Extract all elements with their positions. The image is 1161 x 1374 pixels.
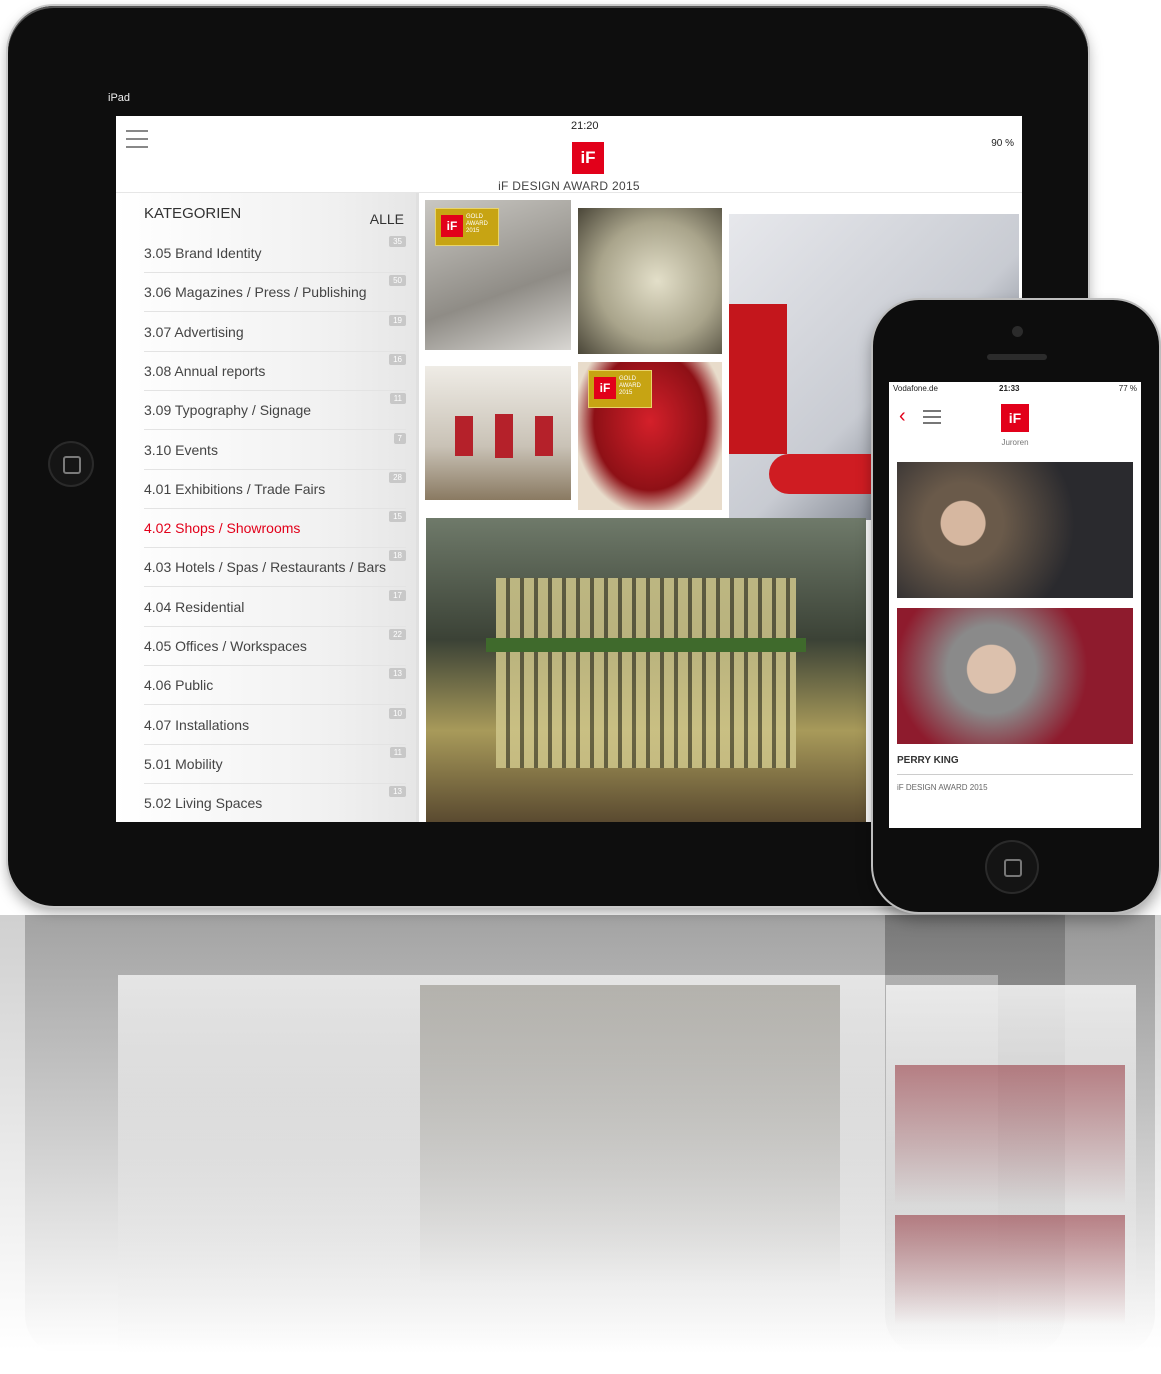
- juror-name: PERRY KING: [897, 755, 959, 766]
- award-label: iF DESIGN AWARD 2015: [897, 783, 988, 792]
- item-count-badge: 10: [389, 707, 406, 719]
- hamburger-icon[interactable]: [126, 130, 148, 148]
- iphone-screen: Vodafone.de 21:33 77 % ‹ iF Juroren PERR…: [889, 382, 1141, 828]
- red-panel: [455, 416, 473, 456]
- sidebar-item-label: 4.07 Installations: [144, 716, 250, 733]
- ipad-status-carrier: iPad: [108, 92, 131, 104]
- app-header: 21:20 90 % iF iF DESIGN AWARD 2015: [116, 116, 1022, 193]
- camera-icon: [1012, 326, 1023, 337]
- if-logo: iF: [441, 215, 463, 237]
- item-count-badge: 11: [389, 393, 406, 405]
- item-count-badge: 50: [389, 275, 406, 287]
- sidebar-item-label: 3.05 Brand Identity: [144, 245, 262, 261]
- back-chevron-icon[interactable]: ‹: [899, 406, 906, 426]
- item-count-badge: 13: [389, 786, 406, 798]
- gallery-tile[interactable]: iF GOLD AWARD 2015: [425, 200, 571, 350]
- greenery-strip: [486, 638, 806, 652]
- floor-reflection: [0, 915, 1161, 1374]
- juror-photo[interactable]: [897, 608, 1133, 744]
- status-bar: Vodafone.de 21:33 77 %: [889, 382, 1141, 396]
- gold-award-label: GOLD AWARD 2015: [466, 214, 488, 234]
- hamburger-icon[interactable]: [923, 410, 941, 428]
- battery-icon: 77 %: [1118, 384, 1137, 393]
- sidebar-item-label: 3.07 Advertising: [144, 323, 244, 340]
- sidebar-item-label: 5.01 Mobility: [144, 755, 223, 772]
- item-count-badge: 7: [393, 432, 406, 444]
- item-count-badge: 22: [389, 629, 406, 640]
- sidebar-item[interactable]: 10 4.07 Installations: [144, 705, 406, 745]
- gold-award-badge: iF GOLD AWARD 2015: [435, 208, 499, 246]
- if-logo[interactable]: iF: [1001, 404, 1029, 432]
- home-button-icon[interactable]: [48, 441, 94, 487]
- speaker-grille: [987, 354, 1047, 360]
- if-logo[interactable]: iF: [572, 142, 604, 174]
- juror-photo[interactable]: [897, 462, 1133, 598]
- gallery-reflection: [420, 985, 840, 1285]
- divider: [897, 774, 1133, 775]
- sidebar-item-label: 4.04 Residential: [144, 598, 245, 615]
- page-subtitle: Juroren: [1001, 438, 1029, 447]
- gold-award-label: GOLD AWARD 2015: [619, 376, 641, 396]
- sidebar-item-label: 3.08 Annual reports: [144, 362, 266, 379]
- sidebar-item[interactable]: 22 4.05 Offices / Workspaces: [144, 626, 406, 666]
- red-letter-m: [729, 304, 787, 454]
- item-count-badge: 11: [389, 746, 406, 758]
- sidebar-item-label: 4.02 Shops / Showrooms: [144, 520, 301, 537]
- sidebar-item[interactable]: 11 5.01 Mobility: [144, 744, 406, 784]
- photo-reflection: [895, 1215, 1125, 1325]
- sidebar-heading: KATEGORIEN: [144, 205, 242, 222]
- status-carrier: Vodafone.de: [893, 384, 938, 393]
- sidebar-item[interactable]: 18 4.03 Hotels / Spas / Restaurants / Bar…: [144, 547, 406, 588]
- gallery-tile-featured[interactable]: [426, 518, 866, 822]
- gallery-tile[interactable]: [425, 366, 571, 500]
- if-logo: iF: [594, 377, 616, 399]
- sidebar-item-label: 4.06 Public: [144, 677, 214, 694]
- item-count-badge: 15: [389, 511, 406, 523]
- sidebar-item[interactable]: 7 3.10 Events: [144, 430, 406, 470]
- sidebar-item-label: 4.05 Offices / Workspaces: [144, 638, 307, 654]
- sidebar-item[interactable]: 16 3.08 Annual reports: [144, 351, 406, 391]
- sidebar-item-label: 3.09 Typography / Signage: [144, 402, 312, 419]
- gold-award-badge: iF GOLD AWARD 2015: [588, 370, 652, 408]
- sidebar-item-label: 3.06 Magazines / Press / Publishing: [144, 284, 367, 301]
- building-facade: [496, 578, 796, 768]
- sidebar-item-label: 4.01 Exhibitions / Trade Fairs: [144, 480, 326, 497]
- sidebar-item[interactable]: 35 3.05 Brand Identity: [144, 233, 406, 273]
- red-panel: [495, 414, 513, 458]
- category-sidebar: KATEGORIEN ALLE 35 3.05 Brand Identity 50 3…: [116, 193, 419, 822]
- item-count-badge: 17: [389, 589, 406, 601]
- sidebar-item-label: 5.02 Living Spaces: [144, 795, 263, 812]
- item-count-badge: 16: [389, 353, 406, 365]
- gallery-tile[interactable]: [578, 208, 722, 354]
- item-count-badge: 18: [389, 550, 406, 562]
- item-count-badge: 35: [389, 236, 406, 247]
- all-categories-link[interactable]: ALLE: [370, 211, 404, 227]
- page-title: iF DESIGN AWARD 2015: [498, 179, 640, 193]
- sidebar-item[interactable]: 17 4.04 Residential: [144, 587, 406, 627]
- status-time: 21:33: [999, 384, 1020, 393]
- gallery-tile[interactable]: iF GOLD AWARD 2015: [578, 362, 722, 510]
- red-panel: [535, 416, 553, 456]
- item-count-badge: 28: [389, 471, 406, 483]
- sidebar-item[interactable]: 13 5.02 Living Spaces: [144, 783, 406, 822]
- home-button-icon[interactable]: [985, 840, 1039, 894]
- status-time: 21:20: [571, 120, 599, 132]
- item-count-badge: 19: [389, 314, 406, 326]
- sidebar-item-label: 4.03 Hotels / Spas / Restaurants / Bars: [144, 559, 387, 576]
- sidebar-item-label: 3.10 Events: [144, 441, 218, 458]
- sidebar-item[interactable]: 13 4.06 Public: [144, 665, 406, 706]
- photo-reflection: [895, 1065, 1125, 1205]
- sidebar-item[interactable]: 28 4.01 Exhibitions / Trade Fairs: [144, 469, 406, 509]
- sidebar-item[interactable]: 19 3.07 Advertising: [144, 312, 406, 352]
- sidebar-item[interactable]: 50 3.06 Magazines / Press / Publishing: [144, 272, 406, 313]
- iphone-device: Vodafone.de 21:33 77 % ‹ iF Juroren PERR…: [873, 300, 1159, 912]
- battery-icon: 90 %: [991, 138, 1014, 149]
- sidebar-item[interactable]: 15 4.02 Shops / Showrooms: [144, 508, 406, 549]
- sidebar-item[interactable]: 11 3.09 Typography / Signage: [144, 390, 406, 431]
- item-count-badge: 13: [389, 668, 406, 680]
